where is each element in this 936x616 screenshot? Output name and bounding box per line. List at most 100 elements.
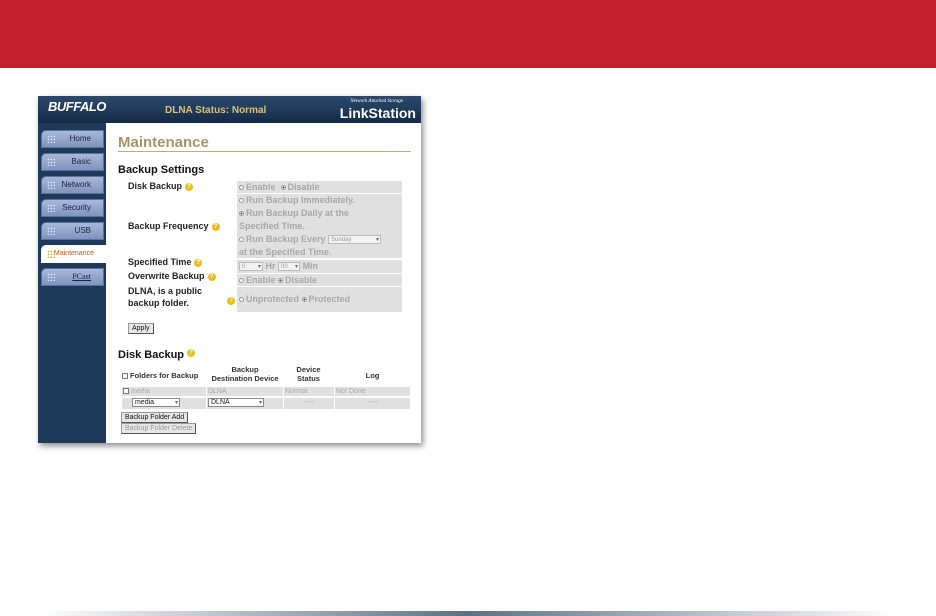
radio-unprotected[interactable] bbox=[239, 297, 244, 303]
backup-settings-heading: Backup Settings bbox=[118, 164, 205, 176]
sidebar: Home Basic Network Security USB Maintena… bbox=[38, 123, 107, 443]
new-row-status: ---- bbox=[284, 398, 334, 409]
radio-disable[interactable] bbox=[280, 185, 286, 191]
dlna-label: DLNA, is a public backup folder. bbox=[128, 285, 202, 309]
backup-frequency-label: Backup Frequency? bbox=[128, 221, 220, 231]
label: Disable bbox=[287, 182, 320, 192]
label: Specified Time. bbox=[239, 221, 305, 231]
label: Backup Frequency bbox=[128, 221, 209, 231]
backup-folder-add-button[interactable]: Backup Folder Add bbox=[121, 412, 189, 423]
grid-icon bbox=[47, 227, 55, 235]
specified-time-label: Specified Time? bbox=[128, 257, 203, 267]
grid-icon bbox=[47, 273, 55, 281]
buffalo-logo: BUFFALO bbox=[48, 99, 106, 114]
help-icon[interactable]: ? bbox=[227, 297, 235, 305]
new-row-folder: media bbox=[122, 398, 206, 409]
label: Enable bbox=[246, 182, 276, 192]
specified-time-options: 0 Hr 00 Min bbox=[237, 260, 402, 273]
row-folder: media bbox=[122, 387, 206, 396]
row-dest: DLNA bbox=[207, 387, 283, 396]
radio-every[interactable] bbox=[239, 237, 244, 243]
label: PCast bbox=[72, 272, 91, 281]
label: Destination Device bbox=[211, 374, 279, 383]
label: Basic bbox=[71, 157, 91, 166]
select-all-checkbox[interactable] bbox=[122, 373, 128, 380]
sidebar-item-usb[interactable]: USB bbox=[41, 222, 104, 240]
label: USB bbox=[74, 226, 91, 235]
label: Run Backup Daily at the bbox=[246, 208, 350, 218]
col-destination: Backup Destination Device bbox=[206, 365, 284, 383]
label: Specified Time bbox=[128, 257, 192, 267]
backup-folder-delete-button[interactable]: Backup Folder Delete bbox=[121, 423, 197, 434]
destination-select[interactable]: DLNA bbox=[208, 398, 264, 407]
row-status: Normal bbox=[284, 387, 334, 396]
label: Run Backup Immediately. bbox=[246, 195, 355, 205]
radio-daily[interactable] bbox=[239, 211, 244, 217]
label: Min bbox=[302, 261, 319, 271]
sidebar-item-basic[interactable]: Basic bbox=[41, 153, 104, 171]
col-folders: Folders for Backup bbox=[122, 371, 198, 380]
disk-backup-label: Disk Backup? bbox=[128, 181, 194, 191]
label: Backup bbox=[231, 365, 259, 374]
day-select[interactable]: Sunday bbox=[328, 235, 382, 245]
linkstation-screenshot: BUFFALO DLNA Status: Normal Network Atta… bbox=[38, 96, 421, 443]
help-icon[interactable]: ? bbox=[207, 272, 216, 281]
sidebar-item-pcast[interactable]: PCast bbox=[41, 268, 104, 286]
grid-icon bbox=[47, 204, 55, 212]
hour-select[interactable]: 0 bbox=[239, 262, 263, 272]
dlna-options: Unprotected Protected bbox=[237, 287, 402, 312]
label: Unprotected bbox=[246, 294, 300, 304]
help-icon[interactable]: ? bbox=[194, 258, 203, 267]
minute-select[interactable]: 00 bbox=[278, 262, 301, 272]
col-status: Device Status bbox=[283, 365, 334, 383]
apply-button[interactable]: Apply bbox=[128, 323, 154, 334]
radio-disable[interactable] bbox=[278, 278, 284, 284]
disk-backup-options: Enable Disable bbox=[237, 181, 402, 193]
grid-icon bbox=[47, 135, 55, 143]
divider bbox=[118, 151, 411, 152]
sidebar-item-network[interactable]: Network bbox=[41, 176, 104, 194]
label: Run Backup Every bbox=[246, 234, 326, 244]
sidebar-item-maintenance[interactable]: Maintenance bbox=[41, 245, 107, 263]
main-content: Maintenance Backup Settings Disk Backup?… bbox=[106, 123, 421, 443]
label: at the Specified Time. bbox=[239, 247, 332, 257]
product-tagline: Network Attached Storage bbox=[350, 99, 403, 104]
label: Home bbox=[69, 134, 91, 143]
page-title: Maintenance bbox=[118, 134, 209, 151]
help-icon[interactable]: ? bbox=[187, 349, 196, 357]
backup-frequency-options: Run Backup Immediately. Run Backup Daily… bbox=[237, 194, 402, 258]
label: Hr bbox=[265, 261, 276, 271]
top-banner bbox=[0, 0, 936, 68]
col-log: Log bbox=[365, 371, 380, 380]
dlna-status: DLNA Status: Normal bbox=[165, 105, 267, 116]
help-icon[interactable]: ? bbox=[185, 182, 194, 191]
row-checkbox[interactable] bbox=[123, 388, 129, 395]
overwrite-backup-label: Overwrite Backup? bbox=[128, 271, 216, 281]
new-row-log: ---- bbox=[335, 398, 410, 409]
radio-enable[interactable] bbox=[239, 185, 244, 191]
label: media bbox=[131, 388, 151, 395]
label: Device bbox=[296, 365, 321, 374]
sidebar-item-home[interactable]: Home bbox=[41, 130, 104, 148]
label: backup folder. bbox=[128, 298, 190, 308]
label: Network bbox=[61, 180, 91, 189]
radio-immediately[interactable] bbox=[239, 198, 244, 204]
label: Disk Backup bbox=[128, 181, 183, 191]
radio-protected[interactable] bbox=[301, 297, 307, 303]
grid-icon bbox=[47, 250, 55, 258]
row-log: Not Done bbox=[335, 387, 410, 396]
label: Folders for Backup bbox=[130, 371, 199, 380]
label: Security bbox=[62, 203, 91, 212]
header: BUFFALO DLNA Status: Normal Network Atta… bbox=[38, 96, 421, 123]
folder-select[interactable]: media bbox=[132, 398, 180, 407]
label: DLNA, is a public bbox=[128, 286, 203, 296]
label: Protected bbox=[308, 294, 351, 304]
new-row-dest: DLNA bbox=[207, 398, 283, 409]
radio-enable[interactable] bbox=[239, 278, 244, 284]
bottom-gradient-bar bbox=[40, 611, 896, 616]
help-icon[interactable]: ? bbox=[211, 222, 220, 231]
label: Disable bbox=[285, 275, 318, 285]
sidebar-item-security[interactable]: Security bbox=[41, 199, 104, 217]
label: Overwrite Backup bbox=[128, 271, 205, 281]
label: Maintenance bbox=[53, 250, 94, 257]
